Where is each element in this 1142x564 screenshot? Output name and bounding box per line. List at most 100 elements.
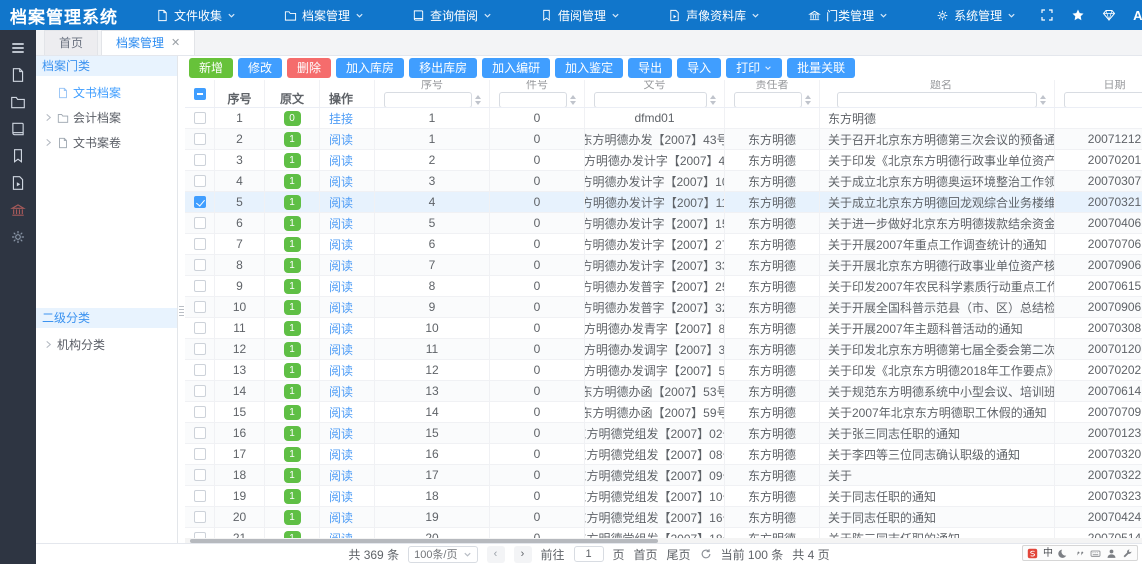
- sort-asc-icon[interactable]: [475, 95, 481, 99]
- doc-count-badge[interactable]: 1: [284, 321, 301, 336]
- top-menu-查询借阅[interactable]: 查询借阅: [388, 0, 516, 30]
- rail-book-icon[interactable]: [10, 121, 26, 137]
- rail-bookmark-icon[interactable]: [10, 148, 26, 164]
- sort-desc-icon[interactable]: [805, 101, 811, 105]
- action-link[interactable]: 阅读: [329, 362, 353, 379]
- ime-sogou-icon[interactable]: [1027, 548, 1038, 559]
- 删除-button[interactable]: 删除: [287, 58, 331, 78]
- doc-count-badge[interactable]: 1: [284, 531, 301, 539]
- row-checkbox[interactable]: [194, 154, 206, 166]
- filter-input-文号[interactable]: [594, 92, 707, 107]
- last-page-link[interactable]: 尾页: [667, 546, 691, 563]
- 修改-button[interactable]: 修改: [238, 58, 282, 78]
- action-link[interactable]: 阅读: [329, 194, 353, 211]
- refresh-icon[interactable]: [700, 548, 712, 560]
- next-page-button[interactable]: ›: [514, 546, 532, 563]
- action-link[interactable]: 阅读: [329, 152, 353, 169]
- doc-count-badge[interactable]: 1: [284, 174, 301, 189]
- fullscreen-icon[interactable]: [1040, 8, 1054, 22]
- action-link[interactable]: 阅读: [329, 467, 353, 484]
- theme-gem-icon[interactable]: [1102, 8, 1116, 22]
- doc-count-badge[interactable]: 1: [284, 510, 301, 525]
- action-link[interactable]: 阅读: [329, 425, 353, 442]
- tab-首页[interactable]: 首页: [44, 30, 98, 55]
- ime-comma-icon[interactable]: [1074, 548, 1085, 559]
- ime-keyboard-icon[interactable]: [1090, 548, 1101, 559]
- doc-count-badge[interactable]: 1: [284, 426, 301, 441]
- page-jump-input[interactable]: [574, 546, 604, 562]
- doc-count-badge[interactable]: 1: [284, 342, 301, 357]
- ime-moon-icon[interactable]: [1058, 548, 1069, 559]
- filter-input-日期[interactable]: [1064, 92, 1142, 107]
- action-link[interactable]: 阅读: [329, 215, 353, 232]
- row-checkbox[interactable]: [194, 343, 206, 355]
- 批量关联-button[interactable]: 批量关联: [787, 58, 855, 78]
- action-link[interactable]: 阅读: [329, 404, 353, 421]
- row-checkbox[interactable]: [194, 511, 206, 523]
- 导入-button[interactable]: 导入: [677, 58, 721, 78]
- tree-item-机构分类[interactable]: 机构分类: [36, 332, 177, 357]
- action-link[interactable]: 阅读: [329, 278, 353, 295]
- filter-input-责任者[interactable]: [734, 92, 802, 107]
- 移出库房-button[interactable]: 移出库房: [409, 58, 477, 78]
- action-link[interactable]: 阅读: [329, 299, 353, 316]
- doc-count-badge[interactable]: 0: [284, 111, 301, 126]
- filter-input-件号[interactable]: [499, 92, 567, 107]
- row-checkbox[interactable]: [194, 280, 206, 292]
- doc-count-badge[interactable]: 1: [284, 216, 301, 231]
- top-menu-借阅管理[interactable]: 借阅管理: [516, 0, 644, 30]
- sort-desc-icon[interactable]: [570, 101, 576, 105]
- row-checkbox[interactable]: [194, 490, 206, 502]
- doc-count-badge[interactable]: 1: [284, 153, 301, 168]
- row-checkbox[interactable]: [194, 196, 206, 208]
- action-link[interactable]: 挂接: [329, 110, 353, 127]
- doc-count-badge[interactable]: 1: [284, 279, 301, 294]
- 导出-button[interactable]: 导出: [628, 58, 672, 78]
- rail-doc-icon[interactable]: [10, 67, 26, 83]
- row-checkbox[interactable]: [194, 322, 206, 334]
- filter-input-题名[interactable]: [837, 92, 1037, 107]
- sort-desc-icon[interactable]: [1040, 101, 1046, 105]
- action-link[interactable]: 阅读: [329, 320, 353, 337]
- star-icon[interactable]: [1071, 8, 1085, 22]
- rail-file-av-icon[interactable]: [10, 175, 26, 191]
- action-link[interactable]: 阅读: [329, 530, 353, 539]
- top-menu-系统管理[interactable]: 系统管理: [912, 0, 1040, 30]
- prev-page-button[interactable]: ‹: [487, 546, 505, 563]
- 加入鉴定-button[interactable]: 加入鉴定: [555, 58, 623, 78]
- action-link[interactable]: 阅读: [329, 446, 353, 463]
- doc-count-badge[interactable]: 1: [284, 384, 301, 399]
- sort-desc-icon[interactable]: [710, 101, 716, 105]
- tree-item-文书档案[interactable]: 文书档案: [36, 80, 177, 105]
- action-link[interactable]: 阅读: [329, 173, 353, 190]
- doc-count-badge[interactable]: 1: [284, 405, 301, 420]
- top-menu-文件收集[interactable]: 文件收集: [132, 0, 260, 30]
- row-checkbox[interactable]: [194, 217, 206, 229]
- action-link[interactable]: 阅读: [329, 509, 353, 526]
- top-menu-声像资料库[interactable]: 声像资料库: [644, 0, 784, 30]
- row-checkbox[interactable]: [194, 112, 206, 124]
- sort-asc-icon[interactable]: [710, 95, 716, 99]
- doc-count-badge[interactable]: 1: [284, 489, 301, 504]
- 加入编研-button[interactable]: 加入编研: [482, 58, 550, 78]
- row-checkbox[interactable]: [194, 385, 206, 397]
- doc-count-badge[interactable]: 1: [284, 468, 301, 483]
- sort-desc-icon[interactable]: [475, 101, 481, 105]
- row-checkbox[interactable]: [194, 301, 206, 313]
- row-checkbox[interactable]: [194, 448, 206, 460]
- doc-count-badge[interactable]: 1: [284, 132, 301, 147]
- row-checkbox[interactable]: [194, 469, 206, 481]
- rail-gear-icon[interactable]: [10, 229, 26, 245]
- row-checkbox[interactable]: [194, 259, 206, 271]
- tree-item-会计档案[interactable]: 会计档案: [36, 105, 177, 130]
- 新增-button[interactable]: 新增: [189, 58, 233, 78]
- row-checkbox[interactable]: [194, 406, 206, 418]
- page-size-select[interactable]: 100条/页: [408, 546, 477, 563]
- doc-count-badge[interactable]: 1: [284, 258, 301, 273]
- top-menu-门类管理[interactable]: 门类管理: [784, 0, 912, 30]
- filter-input-序号[interactable]: [384, 92, 472, 107]
- doc-count-badge[interactable]: 1: [284, 195, 301, 210]
- row-checkbox[interactable]: [194, 133, 206, 145]
- top-menu-档案管理[interactable]: 档案管理: [260, 0, 388, 30]
- action-link[interactable]: 阅读: [329, 383, 353, 400]
